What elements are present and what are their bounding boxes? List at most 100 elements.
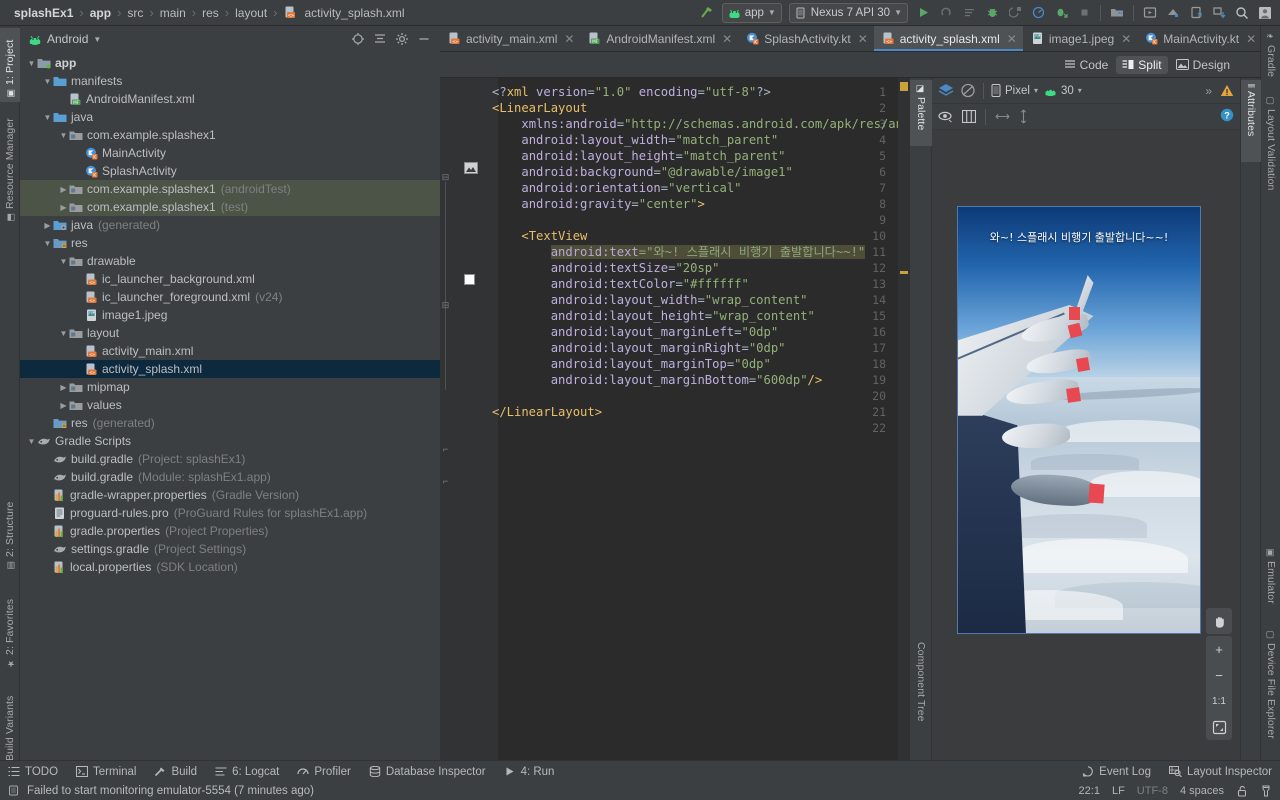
bottom-item-terminal[interactable]: Terminal (76, 766, 136, 778)
tree-node-com-example-splashex1[interactable]: ▶ com.example.splashex1 (androidTest) (20, 180, 440, 198)
highlight-marker[interactable] (900, 271, 908, 274)
tree-node-java[interactable]: ▼ java (20, 108, 440, 126)
close-icon[interactable]: ✕ (1007, 32, 1017, 46)
code-line[interactable]: android:layout_marginRight="0dp" (492, 340, 786, 356)
code-line[interactable]: <?xml version="1.0" encoding="utf-8"?> (492, 84, 771, 100)
tree-node-build-gradle[interactable]: build.gradle (Project: splashEx1) (20, 450, 440, 468)
code-line[interactable]: android:textSize="20sp" (492, 260, 720, 276)
sdk-manager-icon[interactable] (1106, 2, 1128, 24)
bottom-item-logcat[interactable]: 6: Logcat (215, 766, 279, 778)
code-line[interactable]: xmlns:android="http://schemas.android.co… (492, 116, 910, 132)
bottom-item-profiler[interactable]: Profiler (297, 766, 351, 778)
expand-arrow-open-icon[interactable]: ▼ (58, 329, 69, 338)
sidebar-item-project[interactable]: ▣ 1: Project (0, 28, 20, 102)
zoom-out-button[interactable]: − (1206, 662, 1232, 688)
sidebar-item-device-file-explorer[interactable]: ▢ Device File Explorer (1261, 626, 1280, 752)
bottom-item-build[interactable]: Build (154, 766, 197, 778)
tree-node-local-properties[interactable]: local.properties (SDK Location) (20, 558, 440, 576)
tab-code[interactable]: Code (1058, 56, 1115, 74)
breadcrumb-src[interactable]: src (123, 6, 147, 20)
fold-marker-open[interactable]: ⊟ (441, 301, 450, 310)
editor-tab-mainactivity-kt[interactable]: K MainActivity.kt ✕ (1137, 26, 1260, 51)
close-icon[interactable]: ✕ (722, 32, 732, 46)
rerun-button[interactable] (935, 2, 957, 24)
expand-arrow-closed-icon[interactable]: ▶ (58, 401, 69, 410)
columns-layout-icon[interactable] (962, 110, 976, 123)
close-icon[interactable]: ✕ (564, 32, 574, 46)
avd-manager-icon[interactable] (1139, 2, 1161, 24)
expand-arrow-closed-icon[interactable]: ▶ (58, 203, 69, 212)
warning-marker[interactable] (900, 82, 908, 91)
expand-arrow-open-icon[interactable]: ▼ (26, 437, 37, 446)
editor-tab-splashactivity-kt[interactable]: K SplashActivity.kt ✕ (738, 26, 874, 51)
vertical-constraint-icon[interactable] (1018, 109, 1029, 124)
tab-component-tree[interactable]: Component Tree (910, 638, 932, 760)
tab-attributes[interactable]: ⫴ Attributes (1241, 80, 1261, 162)
help-icon[interactable]: ? (1220, 108, 1234, 122)
zoom-fit-button[interactable] (1206, 714, 1232, 740)
code-line[interactable]: </LinearLayout> (492, 404, 602, 420)
sidebar-item-gradle[interactable]: ❧ Gradle (1261, 28, 1280, 86)
tree-node-activity-main-xml[interactable]: <> activity_main.xml (20, 342, 440, 360)
api-level-selector[interactable]: 30 ▾ (1044, 85, 1082, 97)
caret-position[interactable]: 22:1 (1079, 785, 1100, 797)
pan-tool-button[interactable] (1206, 608, 1232, 634)
sidebar-item-structure[interactable]: ▥ 2: Structure (0, 486, 20, 574)
code-line[interactable]: android:layout_width="wrap_content" (492, 292, 808, 308)
tree-node-gradle-scripts[interactable]: ▼ Gradle Scripts (20, 432, 440, 450)
toolbar-overflow-button[interactable]: » (1205, 84, 1212, 98)
tree-node-mainactivity[interactable]: K MainActivity (20, 144, 440, 162)
color-swatch-gutter-icon[interactable] (464, 274, 478, 288)
breadcrumb-layout[interactable]: layout (231, 6, 271, 20)
tree-node-manifests[interactable]: ▼ manifests (20, 72, 440, 90)
device-manager-icon[interactable] (1185, 2, 1207, 24)
tree-node-mipmap[interactable]: ▶ mipmap (20, 378, 440, 396)
code-line[interactable]: android:background="@drawable/image1" (492, 164, 793, 180)
code-line[interactable]: android:text="와~! 스플래시 비행기 출발합니다~~!" (492, 244, 866, 260)
attach-debugger-icon[interactable] (1004, 2, 1026, 24)
close-icon[interactable]: ✕ (1121, 32, 1131, 46)
image-preview-gutter-icon[interactable] (464, 161, 478, 175)
status-message[interactable]: Failed to start monitoring emulator-5554… (27, 785, 314, 797)
preview-canvas[interactable]: 와~! 스플래시 비행기 출발합니다~~! + − 1:1 (932, 130, 1240, 766)
design-surface-icon[interactable] (938, 83, 954, 98)
tab-palette[interactable]: ◪ Palette (910, 80, 932, 146)
tree-node-image1-jpeg[interactable]: image1.jpeg (20, 306, 440, 324)
expand-arrow-closed-icon[interactable]: ▶ (58, 185, 69, 194)
editor-scrollbar[interactable] (898, 78, 910, 766)
search-everywhere-icon[interactable] (1231, 2, 1253, 24)
tree-node-values[interactable]: ▶ values (20, 396, 440, 414)
zoom-in-button[interactable]: + (1206, 636, 1232, 662)
expand-arrow-open-icon[interactable]: ▼ (42, 239, 53, 248)
profiler-button[interactable] (1027, 2, 1049, 24)
code-line[interactable]: <TextView (492, 228, 587, 244)
build-hammer-icon[interactable] (696, 2, 718, 24)
expand-arrow-open-icon[interactable]: ▼ (26, 59, 37, 68)
device-selector[interactable]: Nexus 7 API 30 ▼ (788, 2, 908, 23)
code-line[interactable]: android:layout_height="wrap_content" (492, 308, 815, 324)
eye-visibility-icon[interactable] (938, 110, 954, 123)
code-line[interactable]: android:gravity="center"> (492, 196, 704, 212)
sidebar-item-layout-validation[interactable]: ▢ Layout Validation (1261, 92, 1280, 204)
expand-arrow-open-icon[interactable]: ▼ (42, 77, 53, 86)
tree-node-ic-launcher-foreground-xml[interactable]: <> ic_launcher_foreground.xml (v24) (20, 288, 440, 306)
expand-arrow-open-icon[interactable]: ▼ (58, 131, 69, 140)
expand-arrow-open-icon[interactable]: ▼ (58, 257, 69, 266)
editor-tab-activity-splash-xml[interactable]: <> activity_splash.xml ✕ (873, 26, 1023, 51)
locate-file-icon[interactable] (348, 29, 368, 49)
horizontal-constraint-icon[interactable] (995, 111, 1010, 122)
tree-node-settings-gradle[interactable]: settings.gradle (Project Settings) (20, 540, 440, 558)
code-line[interactable]: android:textColor="#ffffff" (492, 276, 749, 292)
editor-tab-image1-jpeg[interactable]: image1.jpeg ✕ (1023, 26, 1137, 51)
gradle-sync-icon[interactable] (1208, 2, 1230, 24)
project-view-selector[interactable]: Android ▼ (28, 32, 101, 46)
bottom-item-layout-inspector[interactable]: Layout Inspector (1168, 766, 1272, 778)
code-line[interactable]: android:orientation="vertical" (492, 180, 741, 196)
breadcrumb-module[interactable]: app (86, 6, 115, 20)
collapse-all-icon[interactable] (370, 29, 390, 49)
sidebar-item-resource-manager[interactable]: ◨ Resource Manager (0, 110, 20, 226)
code-line[interactable]: android:layout_marginBottom="600dp"/> (492, 372, 823, 388)
module-selector[interactable]: app ▼ (721, 2, 782, 23)
warning-icon[interactable] (1220, 84, 1234, 97)
close-icon[interactable]: ✕ (1246, 32, 1256, 46)
